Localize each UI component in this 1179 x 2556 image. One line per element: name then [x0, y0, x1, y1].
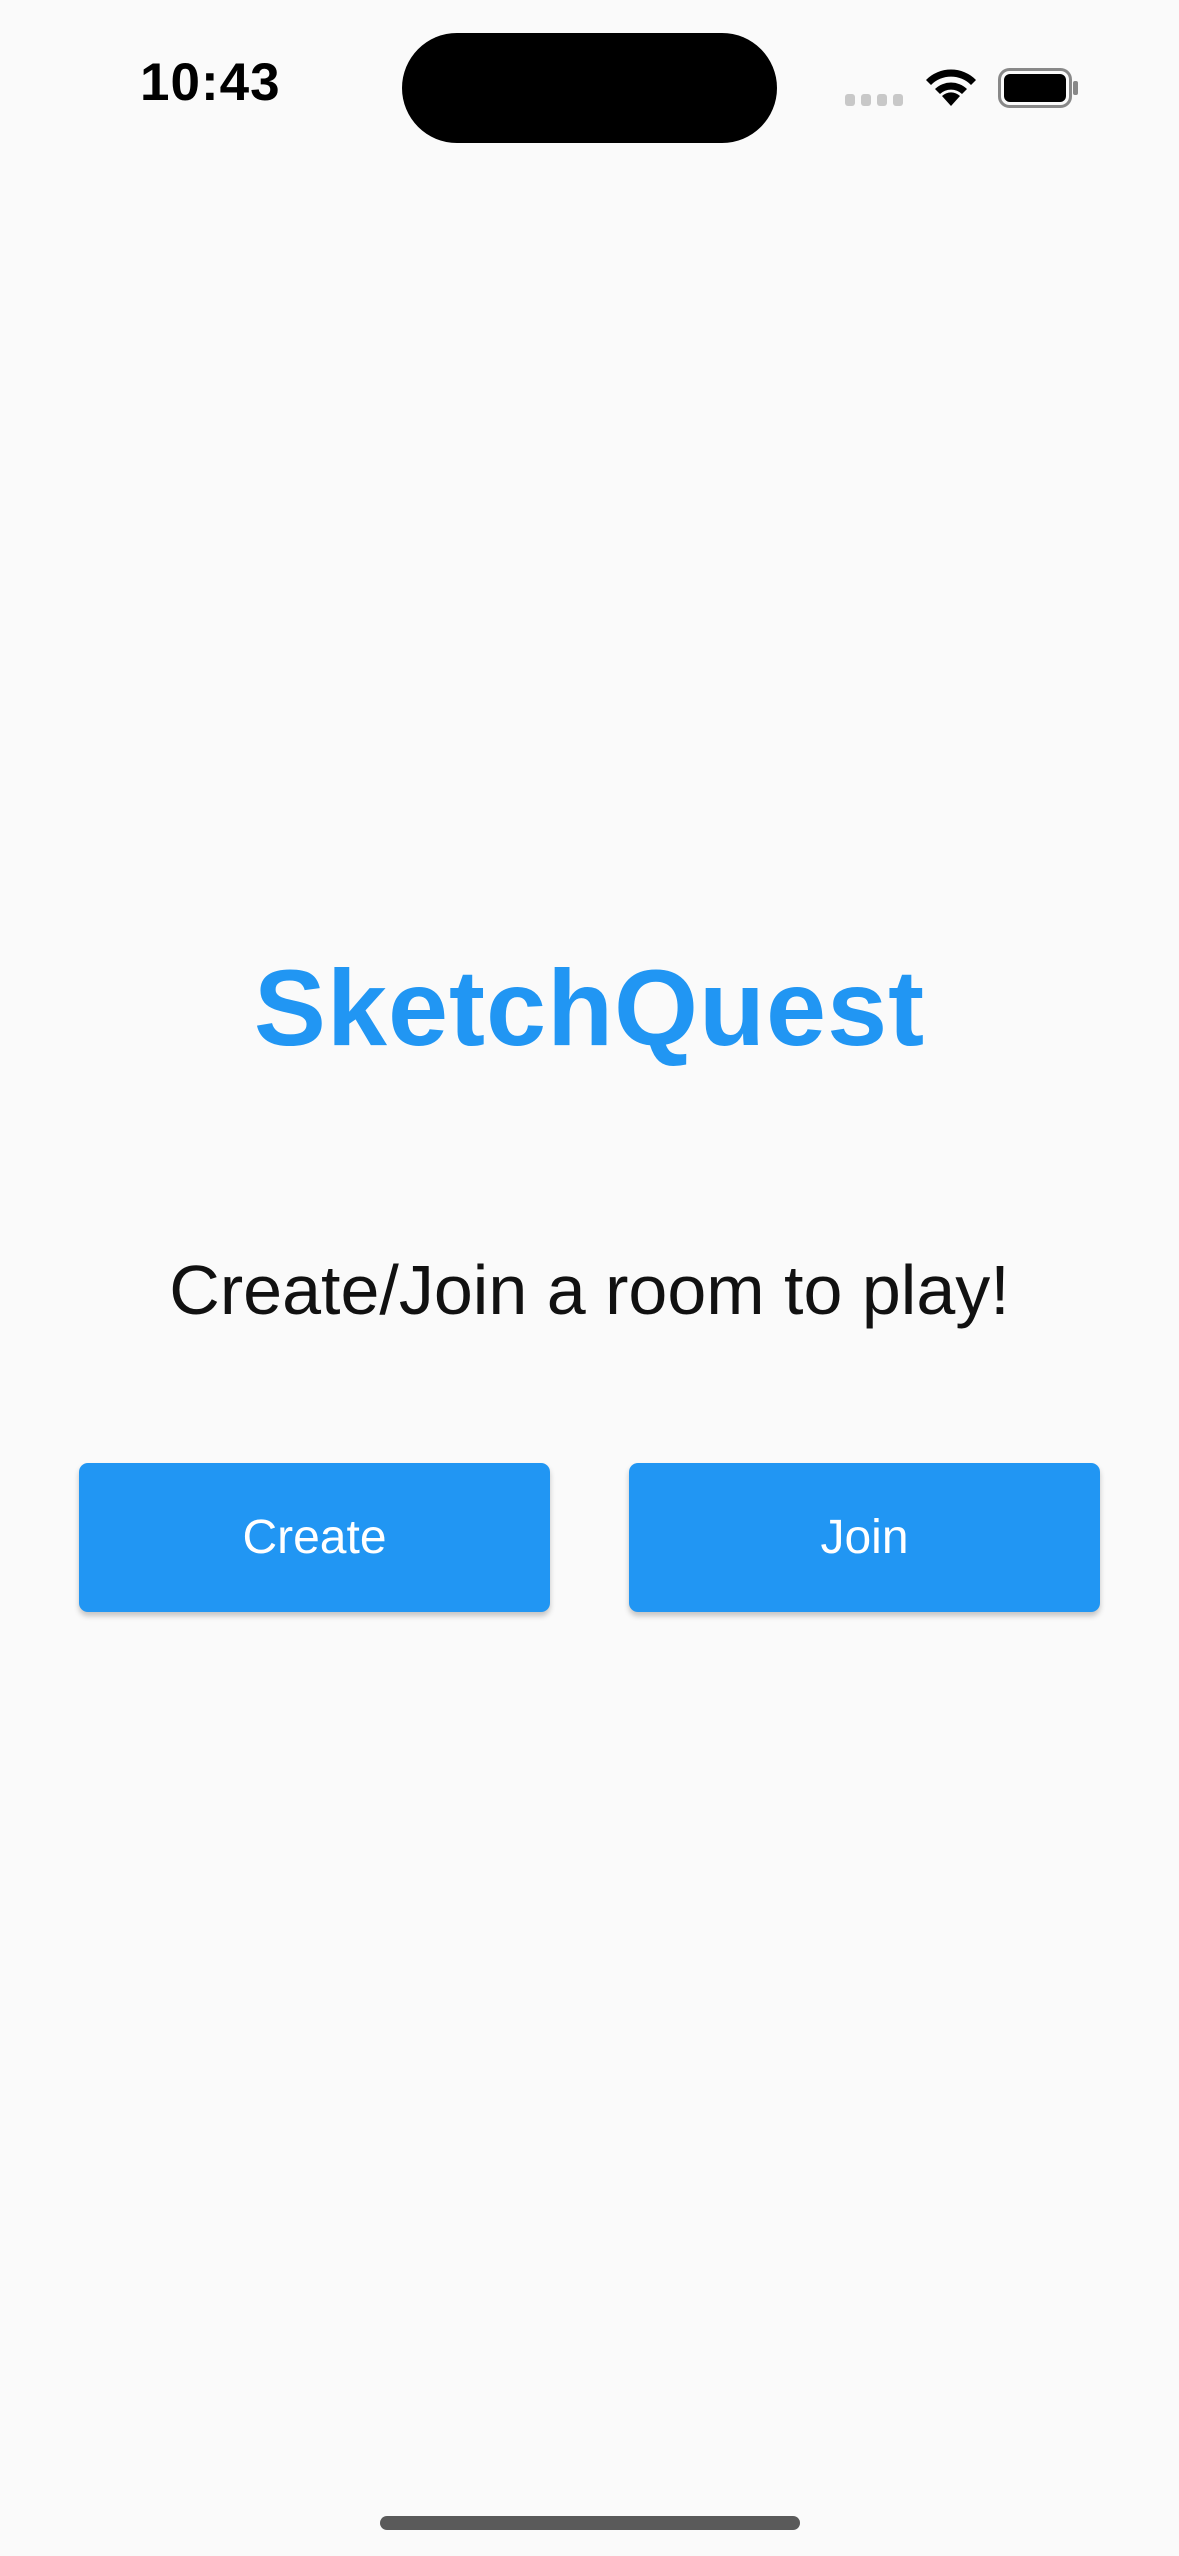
subtitle: Create/Join a room to play! — [169, 1251, 1010, 1329]
status-time: 10:43 — [140, 53, 281, 112]
join-button-label: Join — [820, 1511, 909, 1564]
join-button[interactable]: Join — [629, 1463, 1100, 1612]
battery-icon — [998, 68, 1080, 113]
signal-icon — [845, 94, 905, 106]
dynamic-island — [402, 33, 777, 143]
create-button-label: Create — [242, 1511, 387, 1564]
home-indicator[interactable] — [380, 2516, 800, 2530]
create-button[interactable]: Create — [79, 1463, 550, 1612]
wifi-icon — [922, 66, 980, 113]
status-bar: 10:43 — [0, 0, 1179, 180]
app-title: SketchQuest — [253, 947, 926, 1068]
